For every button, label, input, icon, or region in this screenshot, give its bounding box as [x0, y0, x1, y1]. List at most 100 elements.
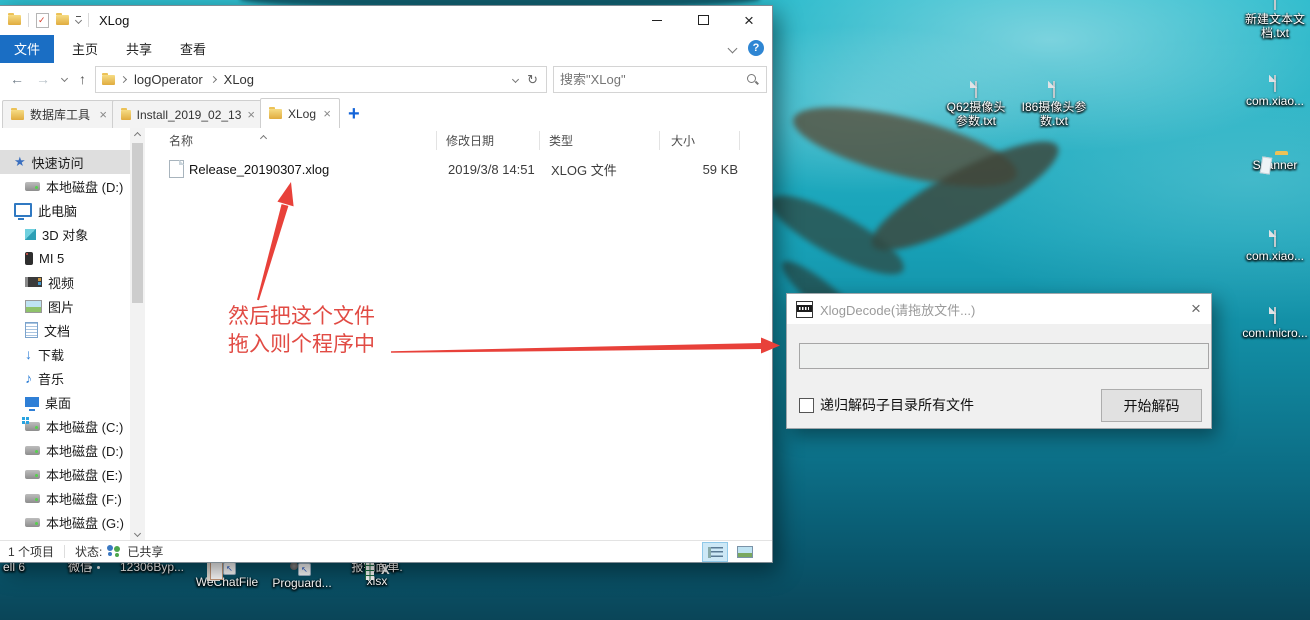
sidebar-item-local-disk-g[interactable]: 本地磁盘 (G:)	[0, 510, 130, 534]
shortcut-arrow-icon	[223, 562, 236, 575]
sidebar-item-mi5-phone[interactable]: MI 5	[0, 246, 130, 270]
sidebar-item-3d-objects[interactable]: 3D 对象	[0, 222, 130, 246]
desktop-icon-new-text-doc[interactable]: 新建文本文 档.txt	[1233, 0, 1310, 41]
close-button[interactable]	[726, 6, 772, 34]
sidebar-item-this-pc[interactable]: 此电脑	[0, 198, 130, 222]
file-drop-input[interactable]	[799, 343, 1209, 369]
file-row[interactable]: Release_20190307.xlog 2019/3/8 14:51 XLO…	[147, 158, 742, 180]
desktop-icon-com-xiao-1[interactable]: com.xiao...	[1233, 76, 1310, 108]
sidebar-item-label: 视频	[48, 273, 74, 292]
scroll-up-icon[interactable]	[130, 128, 145, 143]
recursive-decode-option[interactable]: 递归解码子目录所有文件	[799, 395, 974, 415]
folder-tab-install[interactable]: Install_2019_02_13	[112, 100, 264, 128]
back-button[interactable]: ←	[10, 71, 24, 87]
tab-close-icon[interactable]	[99, 108, 107, 122]
sidebar-item-local-disk-d[interactable]: 本地磁盘 (D:)	[0, 438, 130, 462]
sidebar-item-label: 本地磁盘 (E:)	[46, 465, 123, 484]
scrollbar-thumb[interactable]	[132, 143, 143, 303]
scroll-down-icon[interactable]	[130, 526, 145, 541]
sidebar-item-local-disk-c[interactable]: 本地磁盘 (C:)	[0, 414, 130, 438]
tab-close-icon[interactable]	[323, 107, 331, 121]
navigation-pane: 快速访问 本地磁盘 (D:) 此电脑 3D 对象 MI 5	[0, 128, 130, 541]
window-title: XLog	[99, 13, 129, 28]
column-header-size[interactable]: 大小	[671, 128, 695, 153]
sidebar-item-desktop[interactable]: 桌面	[0, 390, 130, 414]
start-decode-button[interactable]: 开始解码	[1101, 389, 1202, 422]
sidebar-item-documents[interactable]: 文档	[0, 318, 130, 342]
checkbox[interactable]	[799, 398, 814, 413]
new-tab-button[interactable]	[348, 104, 360, 124]
desktop-icon	[25, 397, 39, 407]
desktop-icon-com-xiao-2[interactable]: com.xiao...	[1233, 231, 1310, 263]
ribbon-tab-file[interactable]: 文件	[0, 35, 54, 63]
customize-toolbar-icon[interactable]	[76, 16, 81, 24]
desktop-icon-q62-txt[interactable]: Q62摄像头 参数.txt	[934, 82, 1018, 129]
column-separator[interactable]	[436, 131, 437, 150]
sidebar-item-local-disk-d-pinned[interactable]: 本地磁盘 (D:)	[0, 174, 130, 198]
sidebar-item-pictures[interactable]: 图片	[0, 294, 130, 318]
sidebar-item-videos[interactable]: 视频	[0, 270, 130, 294]
search-input[interactable]	[554, 72, 746, 87]
folder-tab-database-tools[interactable]: 数据库工具	[2, 100, 116, 128]
sidebar-item-quick-access[interactable]: 快速访问	[0, 150, 130, 174]
sidebar-item-label: 音乐	[38, 369, 64, 388]
folder-tab-xlog[interactable]: XLog	[260, 98, 340, 128]
breadcrumb-xlog[interactable]: XLog	[222, 70, 256, 89]
text-file-icon	[1274, 0, 1276, 10]
column-header-name[interactable]: 名称	[169, 128, 193, 153]
expand-ribbon-icon[interactable]	[728, 43, 738, 53]
file-icon	[1274, 75, 1276, 92]
up-button[interactable]: ↑	[79, 71, 86, 87]
refresh-icon[interactable]	[527, 72, 538, 88]
properties-icon[interactable]	[36, 13, 49, 28]
new-folder-icon[interactable]	[56, 15, 69, 25]
folder-icon	[121, 110, 131, 120]
recent-locations-icon[interactable]	[61, 75, 68, 82]
search-box[interactable]	[553, 66, 767, 93]
hdd-icon	[25, 470, 40, 479]
sidebar-item-local-disk-f[interactable]: 本地磁盘 (F:)	[0, 486, 130, 510]
dialog-close-icon[interactable]	[1181, 294, 1211, 324]
search-icon[interactable]	[746, 73, 760, 87]
help-icon[interactable]: ?	[748, 40, 764, 56]
dialog-title-bar[interactable]: XlogDecode(请拖放文件...)	[787, 294, 1211, 324]
music-icon	[25, 370, 32, 386]
hdd-icon	[25, 518, 40, 527]
sidebar-scrollbar[interactable]	[130, 128, 145, 541]
sidebar-item-local-disk-e[interactable]: 本地磁盘 (E:)	[0, 462, 130, 486]
desktop-icon-i86-txt[interactable]: I86摄像头参 数.txt	[1012, 82, 1096, 129]
tab-close-icon[interactable]	[247, 108, 255, 122]
explorer-content: 快速访问 本地磁盘 (D:) 此电脑 3D 对象 MI 5	[0, 128, 772, 541]
column-separator[interactable]	[539, 131, 540, 150]
item-count: 1 个项目	[8, 543, 54, 560]
forward-button[interactable]: →	[36, 71, 50, 87]
file-name[interactable]: Release_20190307.xlog	[189, 162, 329, 177]
ribbon-tab-share[interactable]: 共享	[112, 35, 166, 63]
address-dropdown-icon[interactable]	[512, 76, 519, 83]
sidebar-item-music[interactable]: 音乐	[0, 366, 130, 390]
navigation-bar: ← → ↑ logOperator XLog	[0, 63, 772, 94]
thumbnail-view-button[interactable]	[732, 542, 758, 562]
file-icon	[1274, 230, 1276, 247]
minimize-button[interactable]	[634, 6, 680, 34]
address-bar[interactable]: logOperator XLog	[95, 66, 547, 93]
details-view-button[interactable]	[702, 542, 728, 562]
title-bar[interactable]: XLog	[0, 6, 772, 34]
sidebar-item-label: 本地磁盘 (D:)	[46, 177, 123, 196]
desktop-icon-scanner[interactable]: Scanner	[1233, 155, 1310, 172]
column-header-type[interactable]: 类型	[549, 128, 573, 153]
sidebar-item-downloads[interactable]: 下载	[0, 342, 130, 366]
shortcut-arrow-icon	[298, 563, 311, 576]
column-header-date[interactable]: 修改日期	[446, 128, 494, 153]
breadcrumb-logoperator[interactable]: logOperator	[132, 70, 205, 89]
annotation-text: 然后把这个文件 拖入则个程序中	[228, 303, 375, 359]
separator	[88, 13, 89, 27]
desktop-icon-com-micro[interactable]: com.micro...	[1233, 308, 1310, 340]
column-separator[interactable]	[739, 131, 740, 150]
file-explorer-window: XLog 文件 主页 共享 查看 ? ← → ↑	[0, 5, 773, 563]
ribbon-tab-view[interactable]: 查看	[166, 35, 220, 63]
maximize-button[interactable]	[680, 6, 726, 34]
ribbon-tab-home[interactable]: 主页	[58, 35, 112, 63]
column-separator[interactable]	[659, 131, 660, 150]
file-size: 59 KB	[661, 162, 738, 177]
